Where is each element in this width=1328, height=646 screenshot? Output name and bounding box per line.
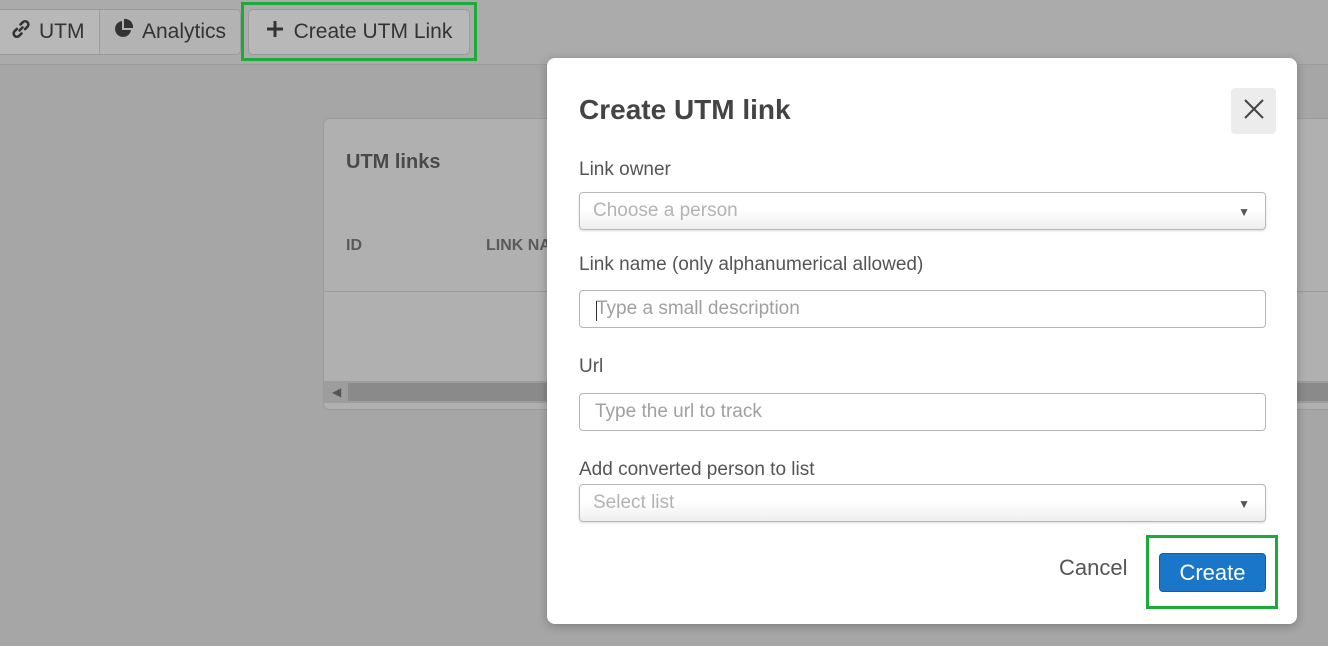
card-title: UTM links	[346, 151, 441, 173]
tab-analytics[interactable]: Analytics	[99, 9, 241, 55]
link-owner-select[interactable]: Choose a person ▼	[579, 192, 1266, 230]
pie-chart-icon	[112, 18, 134, 46]
top-toolbar: UTM Analytics Create UTM Link	[0, 0, 1328, 65]
plus-icon	[266, 20, 284, 44]
link-owner-value: Choose a person	[593, 200, 738, 221]
create-button-label: Create	[1179, 559, 1246, 585]
link-owner-label: Link owner	[579, 159, 671, 180]
link-name-input[interactable]	[579, 290, 1266, 328]
tab-utm[interactable]: UTM	[0, 9, 100, 55]
link-icon	[11, 19, 31, 45]
cancel-button[interactable]: Cancel	[1059, 555, 1127, 581]
url-input[interactable]	[579, 393, 1266, 431]
close-icon	[1243, 98, 1265, 125]
link-name-label: Link name (only alphanumerical allowed)	[579, 254, 924, 275]
tab-analytics-label: Analytics	[142, 20, 227, 43]
caret-down-icon: ▼	[1238, 205, 1250, 219]
create-button[interactable]: Create	[1159, 553, 1266, 592]
create-utm-link-dialog: Create UTM link Link owner Choose a pers…	[547, 58, 1297, 624]
text-cursor	[596, 301, 597, 321]
list-value: Select list	[593, 492, 675, 513]
url-label: Url	[579, 356, 604, 377]
add-to-list-label: Add converted person to list	[579, 459, 815, 480]
column-header-link-name: LINK NA	[486, 237, 551, 254]
create-utm-link-button[interactable]: Create UTM Link	[248, 9, 470, 55]
dialog-title: Create UTM link	[579, 94, 791, 125]
list-select[interactable]: Select list ▼	[579, 484, 1266, 522]
tab-utm-label: UTM	[39, 20, 85, 43]
caret-down-icon: ▼	[1238, 497, 1250, 511]
column-header-id: ID	[346, 237, 362, 254]
create-utm-link-label: Create UTM Link	[293, 20, 453, 43]
scroll-left-icon[interactable]: ◀	[332, 385, 341, 399]
close-button[interactable]	[1231, 88, 1276, 134]
